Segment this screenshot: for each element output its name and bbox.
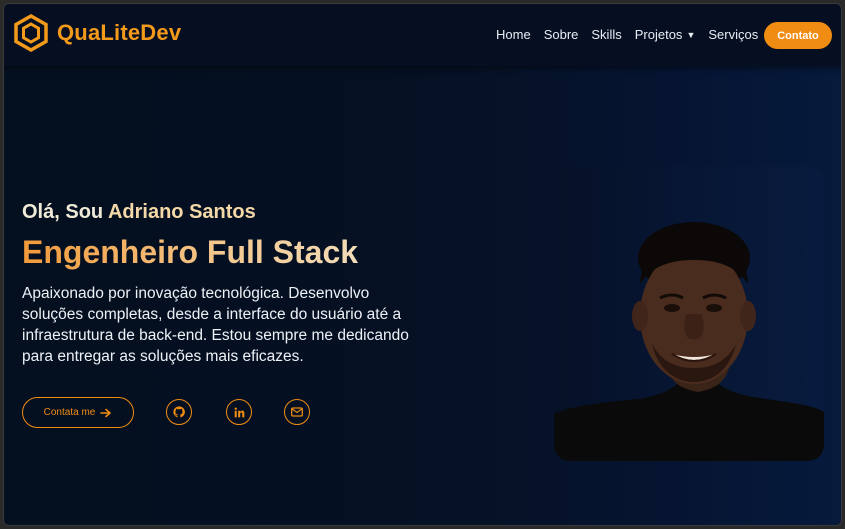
hexagon-logo-icon [14, 14, 48, 52]
nav-home[interactable]: Home [496, 27, 531, 42]
nav-projetos-label: Projetos [634, 27, 683, 42]
hero-role: Engenheiro Full Stack [22, 234, 359, 270]
github-icon [173, 406, 185, 418]
hero-greeting: Olá, Sou Adriano Santos [22, 201, 256, 224]
profile-photo [554, 166, 824, 461]
main-nav: Home Sobre Skills Projetos ▼ Serviços [496, 27, 771, 42]
nav-servicos[interactable]: Serviços [708, 27, 758, 42]
linkedin-link[interactable] [226, 399, 252, 425]
nav-sobre[interactable]: Sobre [544, 27, 579, 42]
nav-projetos[interactable]: Projetos ▼ [635, 27, 696, 42]
logo[interactable]: QuaLiteDev [13, 14, 181, 52]
contato-button[interactable]: Contato [764, 22, 832, 49]
nav-skills[interactable]: Skills [591, 27, 621, 42]
portrait-illustration [554, 222, 824, 461]
caret-down-icon: ▼ [686, 29, 696, 40]
email-link[interactable] [284, 399, 310, 425]
greeting-name: Adriano Santos [107, 201, 256, 223]
hero-section: Olá, Sou Adriano Santos Engenheiro Full … [4, 66, 841, 525]
site-header: QuaLiteDev Home Sobre Skills Projetos ▼ … [4, 4, 841, 66]
browser-frame: QuaLiteDev Home Sobre Skills Projetos ▼ … [3, 3, 842, 526]
hero-description: Apaixonado por inovação tecnológica. Des… [22, 285, 409, 365]
brand-name: QuaLiteDev [57, 20, 182, 45]
contata-me-label: Contata me [43, 407, 96, 418]
greeting-prefix: Olá, Sou [22, 201, 104, 223]
github-link[interactable] [166, 399, 192, 425]
email-icon [291, 407, 303, 417]
arrow-right-icon [100, 408, 112, 417]
contata-me-button[interactable]: Contata me [22, 397, 134, 428]
linkedin-icon [234, 407, 244, 417]
